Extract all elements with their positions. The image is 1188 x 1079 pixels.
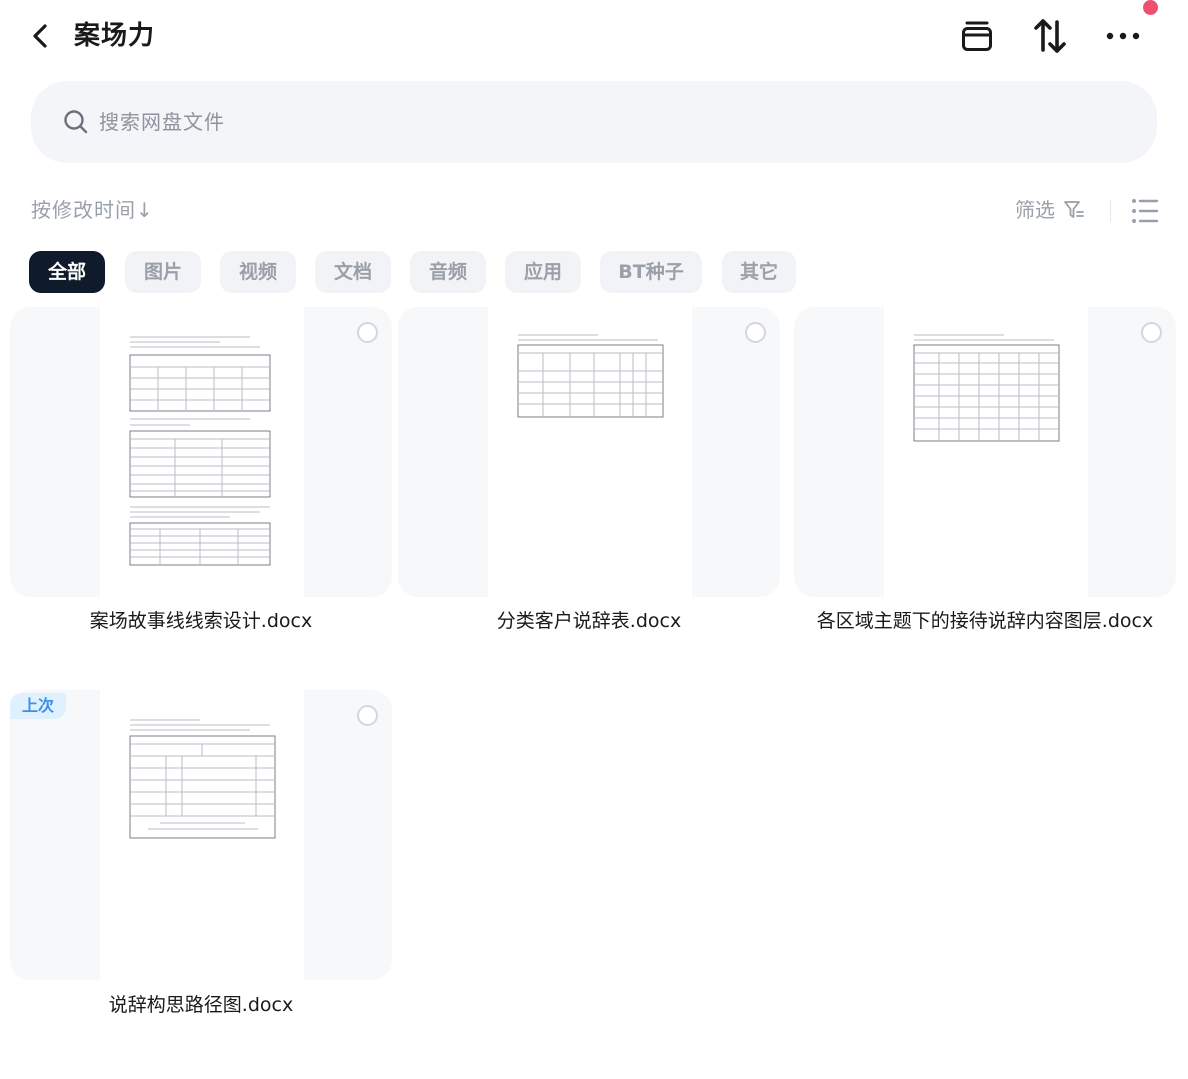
sort-button[interactable] [1030,16,1070,56]
tab-documents[interactable]: 文档 [315,251,391,293]
tab-videos[interactable]: 视频 [220,251,296,293]
back-button[interactable] [26,20,56,52]
tab-bt-torrents[interactable]: BT种子 [600,251,702,293]
document-thumbnail [100,690,304,980]
tab-apps[interactable]: 应用 [505,251,581,293]
view-mode-button[interactable] [1131,198,1159,228]
filter-label: 筛选 [1015,198,1055,222]
chevron-left-icon [33,24,47,48]
file-name[interactable]: 说辞构思路径图.docx [10,993,392,1018]
more-button[interactable] [1102,16,1144,56]
tab-other[interactable]: 其它 [722,251,796,293]
select-checkbox[interactable] [357,322,378,343]
file-name[interactable]: 案场故事线线索设计.docx [10,609,392,634]
page-title: 案场力 [74,21,156,51]
filter-button[interactable]: 筛选 [1015,194,1085,226]
sort-by-modified-button[interactable]: 按修改时间↓ [31,194,154,226]
filter-icon [1064,201,1084,218]
document-thumbnail [488,307,692,597]
toolbar-divider [1110,200,1111,222]
sort-direction-icon: ↓ [136,198,154,222]
sort-label: 按修改时间 [31,198,136,222]
sort-arrows-icon [1034,19,1066,53]
file-name[interactable]: 分类客户说辞表.docx [398,609,780,634]
file-card[interactable] [398,307,780,597]
search-icon [64,110,88,134]
notification-dot [1143,0,1158,15]
archive-button[interactable] [957,16,997,56]
select-checkbox[interactable] [1141,322,1162,343]
file-name[interactable]: 各区域主题下的接待说辞内容图层.docx [794,609,1176,634]
list-view-icon [1132,199,1159,223]
select-checkbox[interactable] [745,322,766,343]
more-horizontal-icon [1106,32,1140,40]
file-card[interactable] [10,690,392,980]
document-thumbnail [100,307,304,597]
select-checkbox[interactable] [357,705,378,726]
tab-images[interactable]: 图片 [125,251,201,293]
last-opened-badge: 上次 [10,693,66,719]
tab-audio[interactable]: 音频 [410,251,486,293]
tab-all[interactable]: 全部 [29,251,105,293]
file-card[interactable] [794,307,1176,597]
file-card[interactable] [10,307,392,597]
document-thumbnail [884,307,1088,597]
archive-icon [962,21,992,51]
top-bar: 案场力 [0,0,1188,72]
search-placeholder: 搜索网盘文件 [99,110,225,134]
search-bar[interactable]: 搜索网盘文件 [31,81,1157,163]
